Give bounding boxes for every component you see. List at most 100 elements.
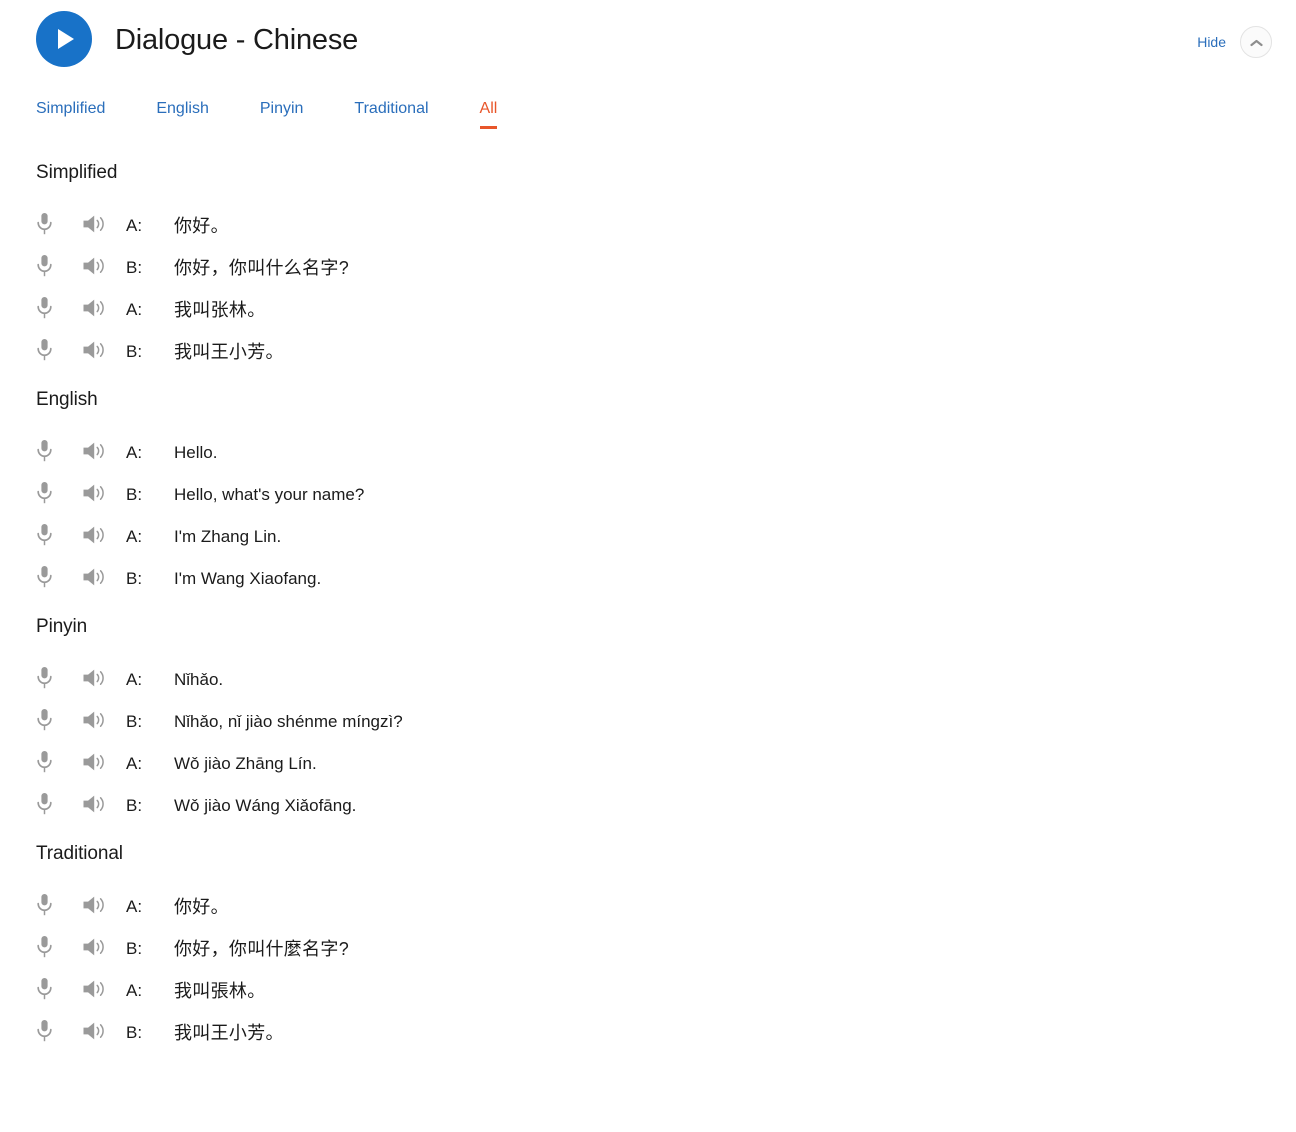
microphone-icon	[36, 708, 53, 737]
speaker-icon	[82, 482, 108, 509]
dialogue-text: Nǐhǎo, nǐ jiào shénme míngzì?	[174, 712, 403, 731]
tab-traditional[interactable]: Traditional	[354, 98, 428, 129]
record-button[interactable]	[36, 212, 64, 241]
dialogue-text: 你好。	[174, 897, 229, 917]
record-button[interactable]	[36, 523, 64, 552]
header-actions: Hide	[1197, 26, 1272, 58]
microphone-icon	[36, 254, 53, 283]
dialogue-row: A: Wǒ jiào Zhāng Lín.	[0, 743, 1296, 785]
play-audio-button[interactable]	[82, 936, 126, 963]
speaker-icon	[82, 339, 108, 366]
microphone-icon	[36, 481, 53, 510]
speaker-label: A:	[126, 527, 143, 546]
play-audio-button[interactable]	[82, 213, 126, 240]
speaker-icon	[82, 709, 108, 736]
play-audio-button[interactable]	[82, 751, 126, 778]
record-button[interactable]	[36, 254, 64, 283]
microphone-icon	[36, 893, 53, 922]
collapse-button[interactable]	[1240, 26, 1272, 58]
speaker-label: B:	[126, 258, 143, 277]
record-button[interactable]	[36, 296, 64, 325]
microphone-icon	[36, 338, 53, 367]
record-button[interactable]	[36, 750, 64, 779]
page-title: Dialogue - Chinese	[115, 24, 359, 56]
speaker-label: A:	[126, 897, 143, 916]
tab-pinyin[interactable]: Pinyin	[260, 98, 304, 129]
play-audio-button[interactable]	[82, 978, 126, 1005]
section-heading: Traditional	[36, 843, 123, 864]
record-button[interactable]	[36, 666, 64, 695]
record-button[interactable]	[36, 439, 64, 468]
microphone-icon	[36, 935, 53, 964]
dialogue-text: 我叫王小芳。	[174, 1023, 284, 1043]
speaker-label: B:	[126, 485, 143, 504]
speaker-icon	[82, 213, 108, 240]
play-audio-button[interactable]	[82, 566, 126, 593]
record-button[interactable]	[36, 708, 64, 737]
speaker-label: B:	[126, 342, 143, 361]
tab-english[interactable]: English	[156, 98, 208, 129]
dialogue-row: B: 我叫王小芳。	[0, 331, 1296, 373]
section-simplified: Simplified A: 你好。 B: 你好，你叫什么名字? A: 我叫张林。 B: 我叫王小…	[0, 160, 1296, 373]
speaker-icon	[82, 297, 108, 324]
record-button[interactable]	[36, 481, 64, 510]
speaker-icon	[82, 751, 108, 778]
speaker-icon	[82, 1020, 108, 1047]
play-audio-button[interactable]	[82, 482, 126, 509]
speaker-icon	[82, 566, 108, 593]
record-button[interactable]	[36, 565, 64, 594]
play-audio-button[interactable]	[82, 440, 126, 467]
tab-all[interactable]: All	[479, 98, 497, 129]
dialogue-row: A: 你好。	[0, 886, 1296, 928]
speaker-label: A:	[126, 216, 143, 235]
dialogue-text: Wǒ jiào Wáng Xiǎofāng.	[174, 796, 357, 815]
speaker-icon	[82, 524, 108, 551]
dialogue-text: I'm Wang Xiaofang.	[174, 569, 322, 588]
speaker-label: B:	[126, 569, 143, 588]
record-button[interactable]	[36, 977, 64, 1006]
microphone-icon	[36, 792, 53, 821]
tab-simplified[interactable]: Simplified	[36, 98, 105, 129]
play-audio-button[interactable]	[82, 1020, 126, 1047]
dialogue-text: Hello.	[174, 443, 218, 462]
play-audio-button[interactable]	[82, 667, 126, 694]
record-button[interactable]	[36, 338, 64, 367]
play-audio-button[interactable]	[82, 894, 126, 921]
dialogue-row: A: Hello.	[0, 432, 1296, 474]
play-audio-button[interactable]	[82, 709, 126, 736]
play-audio-button[interactable]	[82, 339, 126, 366]
microphone-icon	[36, 296, 53, 325]
microphone-icon	[36, 523, 53, 552]
dialogue-text: 我叫张林。	[174, 300, 266, 320]
record-button[interactable]	[36, 893, 64, 922]
speaker-icon	[82, 936, 108, 963]
dialogue-row: B: 你好，你叫什么名字?	[0, 247, 1296, 289]
dialogue-row: A: 你好。	[0, 205, 1296, 247]
speaker-label: A:	[126, 981, 143, 1000]
record-button[interactable]	[36, 935, 64, 964]
record-button[interactable]	[36, 792, 64, 821]
play-audio-button[interactable]	[82, 793, 126, 820]
speaker-icon	[82, 440, 108, 467]
section-heading: Pinyin	[36, 616, 88, 637]
speaker-icon	[82, 793, 108, 820]
speaker-icon	[82, 255, 108, 282]
speaker-label: B:	[126, 939, 143, 958]
hide-link[interactable]: Hide	[1197, 32, 1226, 52]
play-button[interactable]	[36, 11, 92, 67]
dialogue-text: I'm Zhang Lin.	[174, 527, 282, 546]
play-audio-button[interactable]	[82, 524, 126, 551]
dialogue-text: 我叫王小芳。	[174, 342, 284, 362]
play-icon	[53, 28, 76, 50]
dialogue-row: A: 我叫张林。	[0, 289, 1296, 331]
microphone-icon	[36, 565, 53, 594]
play-audio-button[interactable]	[82, 297, 126, 324]
microphone-icon	[36, 212, 53, 241]
dialogue-row: B: Wǒ jiào Wáng Xiǎofāng.	[0, 785, 1296, 827]
microphone-icon	[36, 750, 53, 779]
microphone-icon	[36, 439, 53, 468]
dialogue-row: B: 你好，你叫什麼名字?	[0, 928, 1296, 970]
play-audio-button[interactable]	[82, 255, 126, 282]
dialogue-text: 你好，你叫什麼名字?	[174, 939, 350, 959]
record-button[interactable]	[36, 1019, 64, 1048]
